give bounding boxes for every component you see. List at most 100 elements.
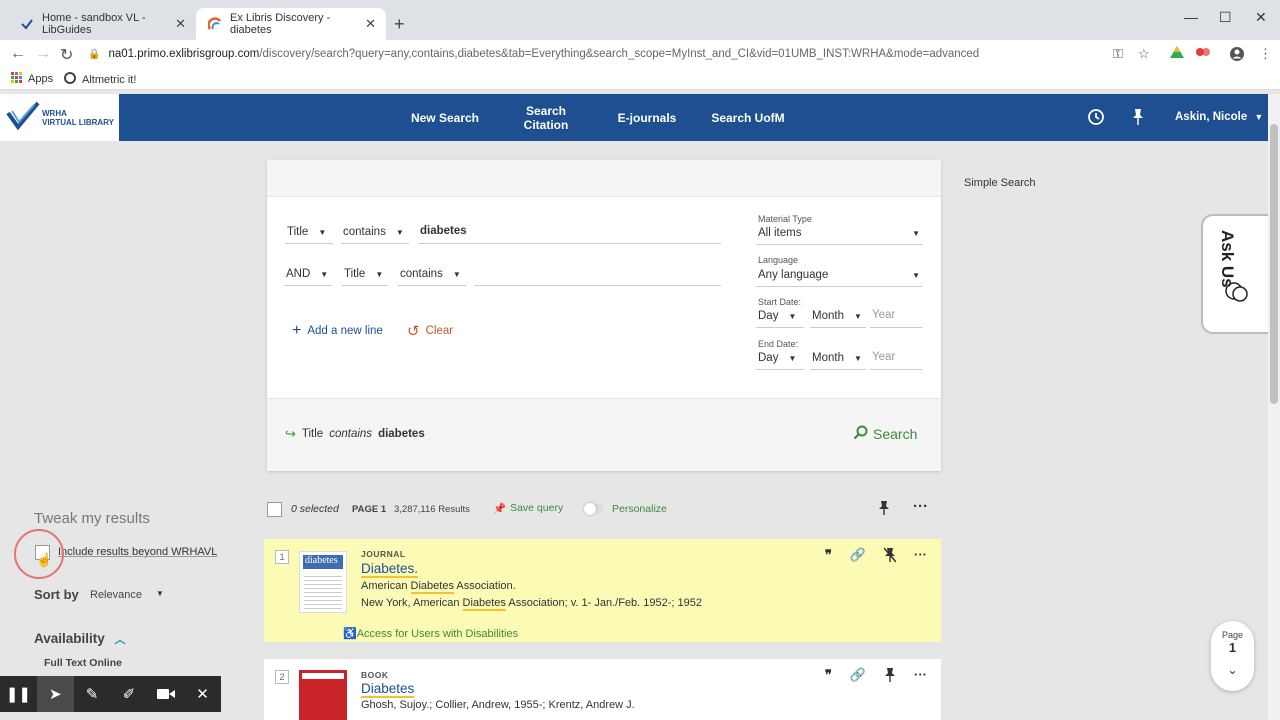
material-type-select[interactable]: All items ▼: [758, 227, 920, 239]
add-new-line-button[interactable]: + Add a new line: [292, 322, 383, 340]
row2-search-input[interactable]: [476, 268, 721, 284]
new-tab-button[interactable]: +: [394, 14, 405, 35]
more-options-icon[interactable]: ···: [913, 498, 928, 515]
start-day-select[interactable]: Day ▼: [758, 310, 796, 322]
permalink-icon[interactable]: 🔗: [850, 667, 866, 686]
row1-field-select[interactable]: Title ▼: [287, 226, 326, 238]
nav-e-journals[interactable]: E-journals: [612, 94, 682, 141]
bookmark-altmetric[interactable]: Altmetric it!: [64, 72, 136, 87]
summary-operator: contains: [329, 428, 373, 440]
row2-field-select[interactable]: Title ▼: [344, 268, 383, 280]
plus-icon: +: [292, 322, 302, 339]
history-icon[interactable]: [1087, 108, 1105, 131]
pin-icon[interactable]: [884, 667, 896, 686]
personalize-label: Personalize: [612, 503, 667, 515]
citation-icon[interactable]: ❞: [825, 667, 832, 686]
row1-search-input[interactable]: diabetes: [420, 225, 467, 237]
extension-icon[interactable]: [1196, 46, 1210, 61]
url-field[interactable]: 🔒 na01.primo.exlibrisgroup.com/discovery…: [88, 43, 1170, 65]
pen-icon[interactable]: ✎: [74, 676, 111, 712]
permalink-icon[interactable]: 🔗: [850, 547, 866, 566]
start-year-input[interactable]: Year: [872, 309, 895, 321]
bookmark-apps[interactable]: Apps: [11, 72, 53, 86]
save-query-button[interactable]: 📌 Save query: [493, 502, 563, 515]
tab-ex-libris[interactable]: Ex Libris Discovery - diabetes ✕: [196, 8, 386, 40]
scrollbar-thumb[interactable]: [1270, 124, 1278, 404]
end-day-select[interactable]: Day ▼: [758, 352, 796, 364]
bookmarks-bar: Apps Altmetric it!: [0, 68, 1280, 90]
url-path: /discovery/search?query=any,contains,dia…: [259, 48, 980, 60]
back-icon[interactable]: ←: [10, 45, 26, 63]
include-beyond-label[interactable]: Include results beyond WRHAVL: [58, 546, 217, 558]
star-icon[interactable]: ☆: [1138, 46, 1150, 62]
tab-libguides[interactable]: Home - sandbox VL - LibGuides ✕: [8, 8, 196, 40]
language-select[interactable]: Any language ▼: [758, 269, 920, 281]
result-title[interactable]: Diabetes: [361, 681, 415, 698]
profile-icon[interactable]: [1229, 46, 1245, 65]
camera-icon[interactable]: [147, 676, 184, 712]
page-indicator-label: Page: [1221, 630, 1244, 640]
key-icon[interactable]: ⚿: [1113, 46, 1123, 62]
ask-us-tab[interactable]: Ask Us: [1201, 214, 1268, 334]
end-month-select[interactable]: Month ▼: [812, 352, 862, 364]
unpin-icon[interactable]: [883, 547, 897, 566]
start-month-select[interactable]: Month ▼: [812, 310, 862, 322]
highlighter-icon[interactable]: ✐: [110, 676, 147, 712]
availability-facet[interactable]: Availability ︿: [34, 631, 126, 647]
chevron-down-icon: ▼: [853, 311, 862, 321]
row2-operator-select[interactable]: contains ▼: [400, 268, 461, 280]
accessibility-link[interactable]: ♿Access for Users with Disabilities: [343, 627, 518, 640]
end-day-value: Day: [758, 352, 779, 364]
close-tab-icon[interactable]: ✕: [175, 16, 186, 32]
page-indicator[interactable]: Page 1 ⌄: [1211, 621, 1254, 691]
maximize-icon[interactable]: ☐: [1219, 9, 1232, 26]
page-scrollbar[interactable]: [1268, 94, 1280, 720]
advanced-search-header: [267, 160, 941, 197]
drive-extension-icon[interactable]: [1170, 46, 1184, 61]
close-tab-icon[interactable]: ✕: [365, 16, 376, 32]
more-actions-icon[interactable]: ···: [914, 667, 927, 686]
pin-favorites-icon[interactable]: [1130, 108, 1146, 131]
result-number: 1: [275, 550, 289, 564]
minimize-icon[interactable]: —: [1184, 9, 1198, 25]
sort-by-value: Relevance: [90, 589, 142, 601]
simple-search-link[interactable]: Simple Search: [964, 177, 1036, 189]
close-window-icon[interactable]: ✕: [1255, 9, 1267, 26]
result-title[interactable]: Diabetes.: [361, 561, 419, 578]
chevron-down-icon[interactable]: ⌄: [1211, 663, 1254, 677]
more-actions-icon[interactable]: ···: [914, 547, 927, 566]
logo-line2: VIRTUAL LIBRARY: [42, 117, 114, 127]
query-summary: ↪ Title contains diabetes: [285, 426, 425, 442]
journal-thumbnail[interactable]: diabetes: [299, 551, 347, 613]
search-button[interactable]: Search: [853, 425, 917, 443]
pointer-icon[interactable]: ➤: [36, 676, 74, 712]
book-thumbnail[interactable]: [299, 670, 347, 720]
pin-results-icon[interactable]: [878, 500, 890, 519]
nav-search-citation[interactable]: Search Citation: [516, 94, 576, 141]
clear-button[interactable]: ↺ Clear: [407, 322, 453, 340]
page-label: PAGE 1: [352, 504, 387, 515]
forward-icon[interactable]: →: [35, 45, 51, 63]
result-title-text: Diabetes.: [361, 561, 419, 578]
bookmark-label: Altmetric it!: [82, 73, 137, 86]
chevron-down-icon: ▼: [788, 311, 797, 321]
row2-boolean-value: AND: [286, 268, 311, 280]
close-recording-icon[interactable]: ✕: [184, 676, 221, 712]
bookmark-label: Apps: [28, 73, 54, 85]
end-year-input[interactable]: Year: [872, 351, 895, 363]
row2-boolean-select[interactable]: AND ▼: [286, 268, 328, 280]
menu-kebab-icon[interactable]: ⋮: [1259, 46, 1272, 62]
user-menu[interactable]: Askin, Nicole ▼: [1175, 111, 1263, 123]
citation-icon[interactable]: ❞: [825, 547, 832, 566]
pause-icon[interactable]: ❚❚: [0, 676, 37, 712]
select-all-checkbox[interactable]: [267, 502, 282, 517]
nav-search-uofm[interactable]: Search UofM: [708, 94, 788, 141]
row1-operator-select[interactable]: contains ▼: [343, 226, 404, 238]
reload-icon[interactable]: ↻: [60, 45, 73, 65]
full-text-online-facet[interactable]: Full Text Online: [44, 657, 122, 669]
wrha-logo[interactable]: WRHA VIRTUAL LIBRARY: [0, 94, 119, 141]
nav-new-search[interactable]: New Search: [405, 94, 485, 141]
sort-by-select[interactable]: Relevance ▼: [90, 589, 164, 601]
personalize-toggle[interactable]: Personalize: [584, 503, 667, 515]
save-query-label: Save query: [510, 502, 564, 514]
